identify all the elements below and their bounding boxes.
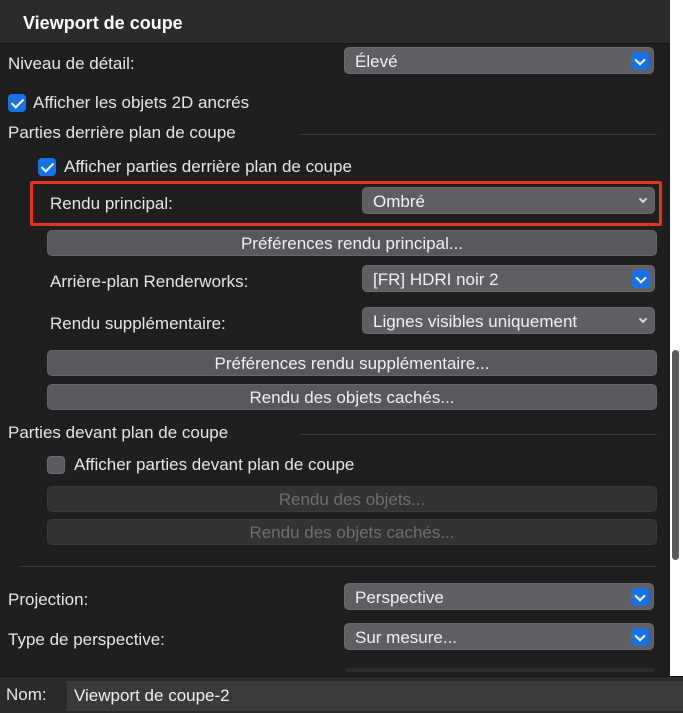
detail-level-value: Élevé [355,52,398,71]
detail-level-row: Niveau de détail: Élevé [0,47,670,81]
chevron-down-icon [631,52,649,70]
extra-render-row: Rendu supplémentaire: Lignes visibles un… [0,307,670,341]
section-front-cut-plane: Parties devant plan de coupe [0,418,670,448]
main-render-prefs-button[interactable]: Préférences rendu principal... [47,230,657,256]
show-2d-row: Afficher les objets 2D ancrés [0,86,670,120]
perspective-type-value: Sur mesure... [355,628,458,647]
perspective-type-row: Type de perspective: Sur mesure... [0,623,670,657]
show-front-row: Afficher parties devant plan de coupe [0,448,670,482]
show-front-checkbox[interactable] [47,456,65,474]
background-popup[interactable]: [FR] HDRI noir 2 [362,265,655,292]
extra-render-value: Lignes visibles uniquement [373,312,578,331]
section-divider [300,434,657,435]
panel-title: Viewport de coupe [0,0,670,44]
show-behind-row: Afficher parties derrière plan de coupe [0,150,670,184]
section-divider [300,134,657,135]
perspective-type-popup[interactable]: Sur mesure... [344,623,654,650]
projection-popup[interactable]: Perspective [344,583,654,610]
perspective-type-label: Type de perspective: [8,630,165,649]
vertical-scrollbar[interactable] [672,350,679,560]
extra-render-label: Rendu supplémentaire: [50,314,226,333]
behind-hidden-objects-button[interactable]: Rendu des objets cachés... [47,384,657,410]
detail-level-label: Niveau de détail: [8,54,135,73]
extra-render-prefs-button[interactable]: Préférences rendu supplémentaire... [47,350,657,376]
highlight-box [30,181,662,226]
projection-label: Projection: [8,590,89,609]
section-behind-cut-plane: Parties derrière plan de coupe [0,118,670,148]
name-label: Nom: [6,685,47,704]
section-behind-label: Parties derrière plan de coupe [8,123,236,142]
section-front-label: Parties devant plan de coupe [8,423,229,442]
front-objects-button[interactable]: Rendu des objets... [47,486,657,512]
projection-row: Projection: Perspective [0,583,670,617]
background-value: [FR] HDRI noir 2 [373,270,499,289]
extra-render-popup[interactable]: Lignes visibles uniquement [362,307,655,334]
name-field[interactable]: Viewport de coupe-2 [67,681,683,711]
chevron-down-icon [638,314,648,324]
show-2d-label: Afficher les objets 2D ancrés [33,93,250,112]
show-2d-checkbox[interactable] [8,94,26,112]
object-info-panel: Viewport de coupe Niveau de détail: Élev… [0,0,670,713]
name-bar: Nom: Viewport de coupe-2 [0,676,683,713]
show-behind-label: Afficher parties derrière plan de coupe [64,157,352,176]
divider [20,566,656,567]
front-hidden-objects-button[interactable]: Rendu des objets cachés... [47,519,657,545]
projection-value: Perspective [355,588,444,607]
chevron-down-icon [632,270,650,288]
background-label: Arrière-plan Renderworks: [50,272,249,291]
chevron-down-icon [631,628,649,646]
detail-level-popup[interactable]: Élevé [344,47,654,74]
show-behind-checkbox[interactable] [38,158,56,176]
background-row: Arrière-plan Renderworks: [FR] HDRI noir… [0,265,670,299]
show-front-label: Afficher parties devant plan de coupe [74,455,355,474]
chevron-down-icon [631,588,649,606]
partial-control [345,668,655,672]
